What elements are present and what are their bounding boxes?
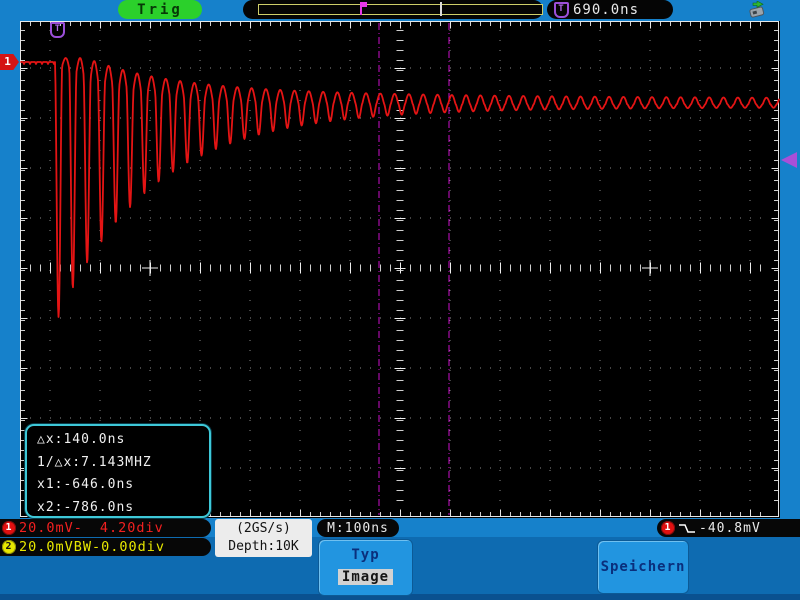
memory-window-indicator: [243, 0, 543, 19]
memory-depth-value: Depth:10K: [215, 538, 312, 556]
ch1-position-value: 4.20div: [100, 520, 164, 536]
sample-rate-value: (2GS/s): [215, 520, 312, 538]
ch1-status-bar: 1 20.0mV- 4.20div: [0, 519, 211, 537]
timebase-badge: M:100ns: [317, 519, 399, 537]
cursor-x2-value: x2:-786.0ns: [37, 497, 209, 520]
scope-display: T △x:140.0ns 1/△x:7.143MHZ x1:-646.0ns x…: [20, 21, 780, 518]
trigger-t-icon: T: [554, 2, 569, 18]
type-menu-button[interactable]: Typ Image: [318, 539, 413, 596]
trigger-position-flag-icon[interactable]: [360, 2, 362, 15]
ch1-position-marker[interactable]: 1: [0, 54, 19, 70]
type-menu-selected-value[interactable]: Image: [338, 569, 393, 585]
acquisition-info-box: (2GS/s) Depth:10K: [215, 519, 312, 557]
cursor-x1-value: x1:-646.0ns: [37, 474, 209, 497]
ch2-status-bar: 2 20.0mVBW-0.00div: [0, 538, 211, 556]
trigger-source-badge-icon: 1: [661, 521, 675, 535]
trigger-status-badge: Trig: [118, 0, 202, 19]
falling-edge-icon: [678, 521, 696, 535]
display-trigger-t-icon: T: [50, 22, 65, 38]
type-menu-label: Typ: [319, 547, 412, 563]
cursor-measurement-box: △x:140.0ns 1/△x:7.143MHZ x1:-646.0ns x2:…: [25, 424, 211, 518]
save-button-label: Speichern: [601, 559, 686, 575]
trigger-time-value: 690.0ns: [573, 2, 639, 18]
ch2-badge-icon: 2: [2, 540, 16, 554]
cursor-dx-value: △x:140.0ns: [37, 429, 209, 452]
window-position-tick: [440, 2, 442, 16]
usb-storage-icon: [746, 1, 768, 22]
memory-window-rect: [258, 4, 543, 15]
trigger-time-badge: T 690.0ns: [547, 0, 673, 19]
trigger-level-value: -40.8mV: [699, 521, 761, 536]
ch1-scale-value: 20.0mV-: [19, 520, 83, 536]
ch1-badge-icon: 1: [2, 521, 16, 535]
cursor-inv-dx-value: 1/△x:7.143MHZ: [37, 452, 209, 475]
ch2-scale-value: 20.0mVBW-0.00div: [19, 539, 165, 555]
oscilloscope-screen: Trig T 690.0ns T △x:140.0ns 1/△x:7.143MH…: [0, 0, 800, 600]
save-button[interactable]: Speichern: [597, 540, 689, 594]
trigger-level-arrow-icon[interactable]: [781, 152, 797, 168]
waveform-trace: [21, 58, 779, 317]
trigger-level-badge: 1 -40.8mV: [657, 519, 800, 537]
